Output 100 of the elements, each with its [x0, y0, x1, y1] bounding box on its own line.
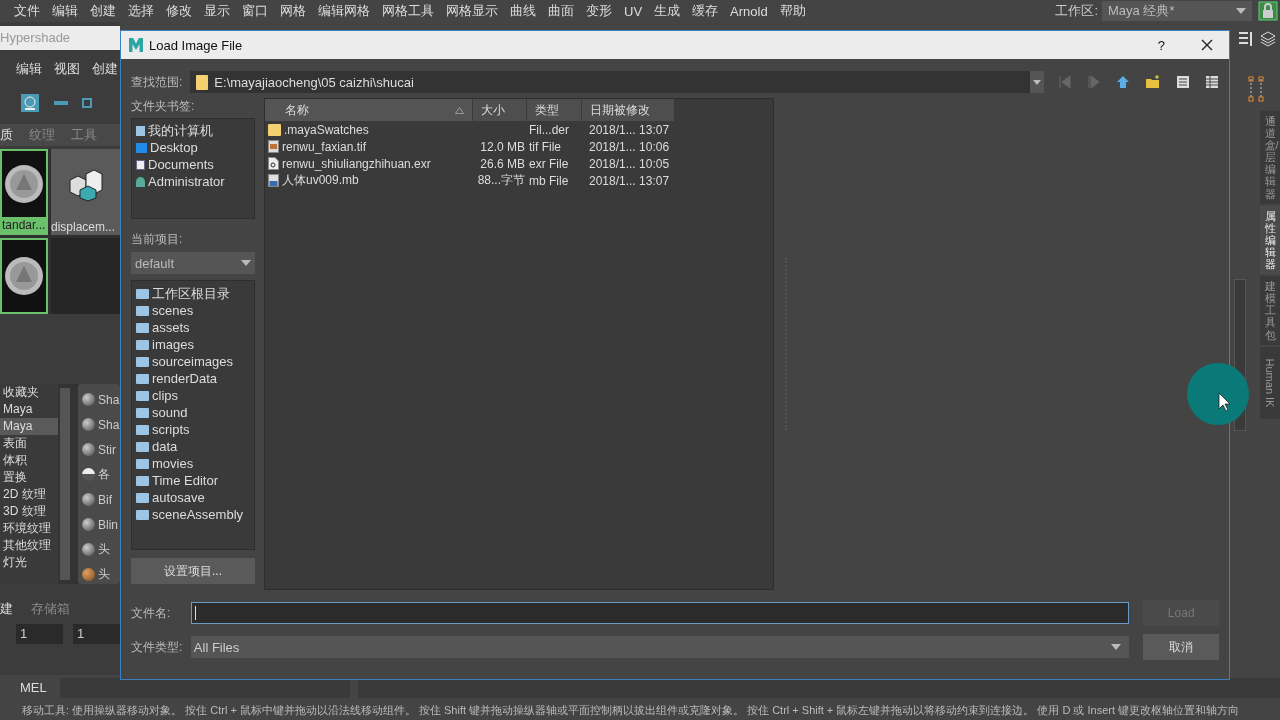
column-header[interactable]: 大小 — [473, 99, 527, 121]
swatch-icon[interactable] — [20, 93, 40, 113]
category-item[interactable]: 表面 — [0, 435, 58, 452]
menu-item[interactable]: 生成 — [648, 2, 687, 20]
menu-item[interactable]: 变形 — [580, 2, 618, 20]
node-item[interactable]: Stir — [78, 437, 120, 462]
category-item[interactable]: 置换 — [0, 469, 58, 486]
menu-item[interactable]: 曲面 — [542, 2, 580, 20]
menu-item[interactable]: Arnold — [724, 3, 774, 19]
layers-icon[interactable] — [1260, 31, 1276, 47]
list-view-icon[interactable] — [1176, 75, 1190, 89]
menu-item[interactable]: 编辑网格 — [312, 2, 376, 20]
file-name-field[interactable] — [190, 602, 1130, 624]
menu-item[interactable]: 编辑 — [10, 60, 48, 78]
tab[interactable]: 质 — [0, 126, 19, 144]
category-item[interactable]: 环境纹理 — [0, 520, 58, 537]
menu-item[interactable]: 选择 — [122, 2, 160, 20]
material-swatch[interactable] — [0, 238, 48, 314]
category-item[interactable]: 收藏夹 — [0, 384, 58, 401]
node-item[interactable]: 各 — [78, 462, 120, 487]
menu-item[interactable]: 视图 — [48, 60, 86, 78]
number-field[interactable]: 1 — [16, 624, 63, 644]
menu-item[interactable]: 网格工具 — [376, 2, 440, 20]
folder-item[interactable]: scripts — [132, 421, 254, 438]
menu-item[interactable]: 文件 — [8, 2, 46, 20]
lock-icon[interactable] — [1258, 1, 1278, 21]
folder-item[interactable]: sceneAssembly — [132, 506, 254, 523]
new-folder-icon[interactable] — [1145, 75, 1161, 89]
menu-item[interactable]: 创建 — [86, 60, 120, 78]
menu-item[interactable]: 窗口 — [236, 2, 274, 20]
menu-item[interactable]: 缓存 — [686, 2, 725, 20]
material-swatch[interactable] — [51, 238, 120, 314]
menu-item[interactable]: 创建 — [84, 2, 122, 20]
scrollbar[interactable] — [60, 388, 70, 580]
menu-item[interactable]: 曲线 — [504, 2, 542, 20]
node-item[interactable]: Sha — [78, 412, 120, 437]
cancel-button[interactable]: 取消 — [1143, 634, 1219, 660]
folder-item[interactable]: images — [132, 336, 254, 353]
sphere-icon — [4, 256, 44, 296]
side-tab[interactable]: 属性编辑器 — [1260, 205, 1280, 275]
folder-item[interactable]: assets — [132, 319, 254, 336]
home-icon[interactable] — [1116, 75, 1130, 89]
node-item[interactable]: Sha — [78, 387, 120, 412]
number-field[interactable]: 1 — [73, 624, 120, 644]
menu-item[interactable]: 修改 — [160, 2, 198, 20]
column-header[interactable]: 名称 — [265, 99, 473, 121]
close-icon[interactable] — [1201, 39, 1213, 51]
bookmark-item[interactable]: Documents — [132, 156, 254, 173]
command-language-label[interactable]: MEL — [20, 680, 52, 695]
path-dropdown[interactable]: E:\mayajiaocheng\05 caizhi\shucai — [190, 71, 1044, 93]
folder-item[interactable]: clips — [132, 387, 254, 404]
menu-item[interactable]: 网格 — [274, 2, 312, 20]
column-header[interactable]: 类型 — [527, 99, 582, 121]
category-item[interactable]: 3D 纹理 — [0, 503, 58, 520]
workspace-dropdown[interactable]: Maya 经典* — [1102, 1, 1252, 21]
folder-item[interactable]: sound — [132, 404, 254, 421]
folder-item[interactable]: 工作区根目录 — [132, 285, 254, 302]
category-item[interactable]: 其他纹理 — [0, 537, 58, 554]
bookmark-item[interactable]: Desktop — [132, 139, 254, 156]
folder-item[interactable]: autosave — [132, 489, 254, 506]
material-swatch[interactable]: displacem... — [51, 149, 120, 235]
folder-item[interactable]: Time Editor — [132, 472, 254, 489]
project-dropdown[interactable]: default — [131, 252, 255, 274]
file-row[interactable]: .mayaSwatches Fil...der 2018/1... 13:07 — [265, 121, 773, 138]
menu-item[interactable]: UV — [618, 3, 649, 19]
set-project-button[interactable]: 设置项目... — [131, 558, 255, 584]
bookmark-item[interactable]: Administrator — [132, 173, 254, 190]
node-item[interactable]: Bif — [78, 487, 120, 512]
details-view-icon[interactable] — [1205, 75, 1219, 89]
list-icon[interactable] — [1238, 31, 1254, 47]
category-item[interactable]: 2D 纹理 — [0, 486, 58, 503]
category-item[interactable]: 灯光 — [0, 554, 58, 571]
file-row[interactable]: renwu_faxian.tif 12.0 MB tif File 2018/1... 10:06 — [265, 138, 773, 155]
folder-item[interactable]: sourceimages — [132, 353, 254, 370]
side-tab[interactable]: Human IK — [1260, 346, 1280, 419]
category-item[interactable]: Maya — [0, 418, 58, 435]
category-item[interactable]: Maya — [0, 401, 58, 418]
minus-icon[interactable] — [54, 100, 68, 106]
column-header[interactable]: 日期被修改 — [582, 99, 675, 121]
folder-item[interactable]: data — [132, 438, 254, 455]
folder-item[interactable]: scenes — [132, 302, 254, 319]
node-item[interactable]: Blin — [78, 512, 120, 537]
node-item[interactable]: 头 — [78, 537, 120, 562]
menu-item[interactable]: 网格显示 — [440, 2, 504, 20]
file-row[interactable]: 人体uv009.mb 88...字节 mb File 2018/1... 13:07 — [265, 172, 773, 189]
bookmark-item[interactable]: 我的计算机 — [132, 122, 254, 139]
file-row[interactable]: renwu_shiuliangzhihuan.exr 26.6 MB exr File 2018/1... 10:05 — [265, 155, 773, 172]
category-item[interactable]: 体积 — [0, 452, 58, 469]
folder-item[interactable]: movies — [132, 455, 254, 472]
folder-item[interactable]: renderData — [132, 370, 254, 387]
menu-item[interactable]: 显示 — [198, 2, 236, 20]
help-button[interactable]: ? — [1157, 37, 1165, 53]
tab[interactable]: 建 — [0, 600, 19, 618]
menu-item[interactable]: 编辑 — [46, 2, 84, 20]
file-type-dropdown[interactable]: All Files — [190, 636, 1130, 658]
side-tab[interactable]: 建模工具包 — [1260, 276, 1280, 345]
side-tab[interactable]: 通道盒/层编辑器 — [1260, 111, 1280, 204]
menu-item[interactable]: 帮助 — [773, 2, 812, 20]
material-swatch[interactable]: tandar... — [0, 149, 48, 235]
node-item[interactable]: 头 — [78, 562, 120, 587]
